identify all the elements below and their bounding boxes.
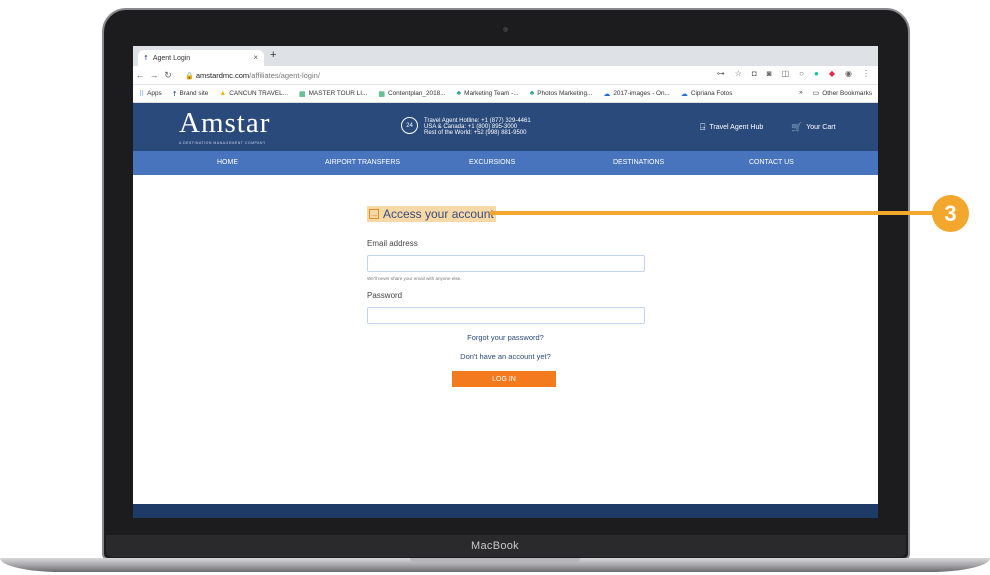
email-label: Email address (367, 239, 418, 248)
callout-line (490, 211, 936, 215)
bookmark-item[interactable]: ▲ CANCUN TRAVEL... (219, 90, 288, 97)
bookmarks-bar: ⠿ Apps ☨ Brand site ▲ CANCUN TRAVEL... ▦ MAS… (133, 85, 878, 103)
your-cart-link[interactable]: 🛒 Your Cart (791, 122, 836, 133)
macbook-label: MacBook (471, 540, 519, 552)
hotline-line: Rest of the World: +52 (998) 881-9500 (424, 130, 527, 136)
login-button[interactable]: LOG IN (452, 371, 556, 387)
login-icon: → (369, 209, 379, 219)
url-host: amstardmc.com (195, 70, 250, 80)
tab-title: Agent Login (152, 54, 191, 62)
lock-icon: 🔒 (185, 72, 194, 80)
laptop-notch (410, 558, 580, 563)
tab-close-icon[interactable]: × (253, 53, 258, 62)
tab-bar: ☨ Agent Login × + (133, 46, 878, 66)
email-hint: We'll never share your email with anyone… (367, 276, 462, 281)
bookmark-item[interactable]: ▦ MASTER TOUR LI... (299, 90, 367, 98)
site-footer (133, 504, 878, 518)
bookmark-item[interactable]: ⠿ Apps (139, 90, 162, 98)
more-bookmarks-button[interactable]: » (799, 89, 803, 97)
palm-tree-icon: ☨ (144, 55, 148, 62)
bookmark-item[interactable]: ♣ Photos Marketing... (530, 90, 593, 97)
key-icon[interactable]: ⊶ (717, 69, 725, 78)
bookmark-label: 2017-images - On... (613, 90, 670, 97)
sheets-icon: ▦ (378, 90, 385, 98)
bookmark-item[interactable]: ☁ 2017-images - On... (603, 90, 669, 98)
star-icon[interactable]: ☆ (735, 69, 742, 78)
apps-grid-icon: ⠿ (139, 90, 145, 98)
menu-icon[interactable]: ⋮ (862, 69, 870, 78)
address-bar: ← → ↻ 🔒 amstardmc.com/affiliates/agent-l… (133, 66, 878, 85)
screenshot-stage: MacBook ☨ Agent Login × + ← → ↻ 🔒 amstar… (0, 0, 990, 575)
bookmark-label: Marketing Team -... (464, 90, 519, 97)
bookmark-label: MASTER TOUR LI... (308, 90, 368, 97)
back-icon[interactable]: ← (133, 70, 147, 80)
nav-airport-transfers[interactable]: AIRPORT TRANSFERS (325, 159, 400, 166)
folder-icon: ▭ (812, 90, 820, 97)
hub-label: Travel Agent Hub (709, 124, 764, 131)
bookmark-label: Apps (147, 90, 162, 97)
bookmark-label: Photos Marketing... (537, 90, 593, 97)
palm-tree-icon: ☨ (172, 90, 177, 98)
phone-24-icon: 24 (401, 117, 418, 134)
main-nav: HOME AIRPORT TRANSFERS EXCURSIONS DESTIN… (133, 151, 878, 175)
new-tab-button[interactable]: + (270, 49, 276, 61)
site-logo[interactable]: Amstar (179, 107, 270, 140)
url-path: /affiliates/agent-login/ (249, 70, 320, 80)
cloud-icon: ☁ (603, 90, 611, 98)
login-icon: ⍈ (700, 122, 706, 132)
nav-contact-us[interactable]: CONTACT US (749, 159, 794, 166)
teams-icon: ♣ (456, 90, 462, 97)
logo-tagline: A DESTINATION MANAGEMENT COMPANY (179, 141, 266, 145)
cloud-icon: ☁ (680, 90, 688, 98)
bookmark-item[interactable]: ☨ Brand site (173, 90, 209, 98)
drive-icon: ▲ (219, 90, 227, 97)
bookmark-label: CANCUN TRAVEL... (229, 90, 288, 97)
camera-icon[interactable]: ◘ (752, 69, 757, 78)
form-title-text: Access your account (383, 207, 494, 221)
camera (503, 27, 508, 32)
site-header: Amstar A DESTINATION MANAGEMENT COMPANY … (133, 103, 878, 151)
bookmark-item[interactable]: ♣ Marketing Team -... (457, 90, 519, 97)
other-bookmarks[interactable]: ▭ Other Bookmarks (812, 89, 872, 98)
signup-link[interactable]: Don't have an account yet? (133, 352, 878, 361)
url-field[interactable]: 🔒 amstardmc.com/affiliates/agent-login/ (185, 71, 320, 80)
bookmark-label: Brand site (179, 90, 209, 97)
shield-icon[interactable]: ◫ (782, 69, 790, 78)
teams-icon: ♣ (529, 90, 535, 97)
sheets-icon: ▦ (298, 90, 306, 98)
bookmark-item[interactable]: ▦ Contentplan_2018... (378, 90, 445, 98)
bookmark-label: Contentplan_2018... (387, 90, 446, 97)
nav-destinations[interactable]: DESTINATIONS (613, 159, 664, 166)
bookmark-item[interactable]: ☁ Cipriana Fotos (681, 90, 733, 98)
step-badge: 3 (932, 195, 969, 232)
extension-icon[interactable]: ◙ (767, 69, 772, 78)
other-bookmarks-label: Other Bookmarks (822, 89, 872, 97)
nav-excursions[interactable]: EXCURSIONS (469, 159, 515, 166)
travel-agent-hub-link[interactable]: ⍈ Travel Agent Hub (700, 122, 763, 133)
reload-icon[interactable]: ↻ (161, 70, 175, 81)
forward-icon[interactable]: → (147, 70, 161, 80)
browser-tab[interactable]: ☨ Agent Login × (138, 50, 264, 66)
profile-icon[interactable]: ◉ (845, 69, 852, 78)
bookmark-label: Cipriana Fotos (690, 90, 733, 97)
cart-label: Your Cart (806, 124, 836, 131)
nav-home[interactable]: HOME (217, 159, 238, 166)
circle-icon[interactable]: ○ (799, 69, 804, 78)
password-field[interactable] (367, 307, 645, 324)
form-title: → Access your account (367, 206, 496, 222)
cart-icon: 🛒 (791, 122, 803, 132)
grammarly-icon[interactable]: ● (814, 69, 819, 78)
hotline-info: Travel Agent Hotline: +1 (877) 329-4461 … (424, 118, 531, 136)
colorful-icon[interactable]: ◆ (829, 69, 835, 78)
bookmarks-right: » ▭ Other Bookmarks (799, 89, 872, 97)
email-field[interactable] (367, 255, 645, 272)
password-label: Password (367, 291, 403, 300)
forgot-password-link[interactable]: Forgot your password? (133, 333, 878, 342)
toolbar-icons: ⊶ ☆ ◘ ◙ ◫ ○ ● ◆ ◉ ⋮ (717, 69, 870, 78)
screen: ☨ Agent Login × + ← → ↻ 🔒 amstardmc.com/… (133, 46, 878, 518)
